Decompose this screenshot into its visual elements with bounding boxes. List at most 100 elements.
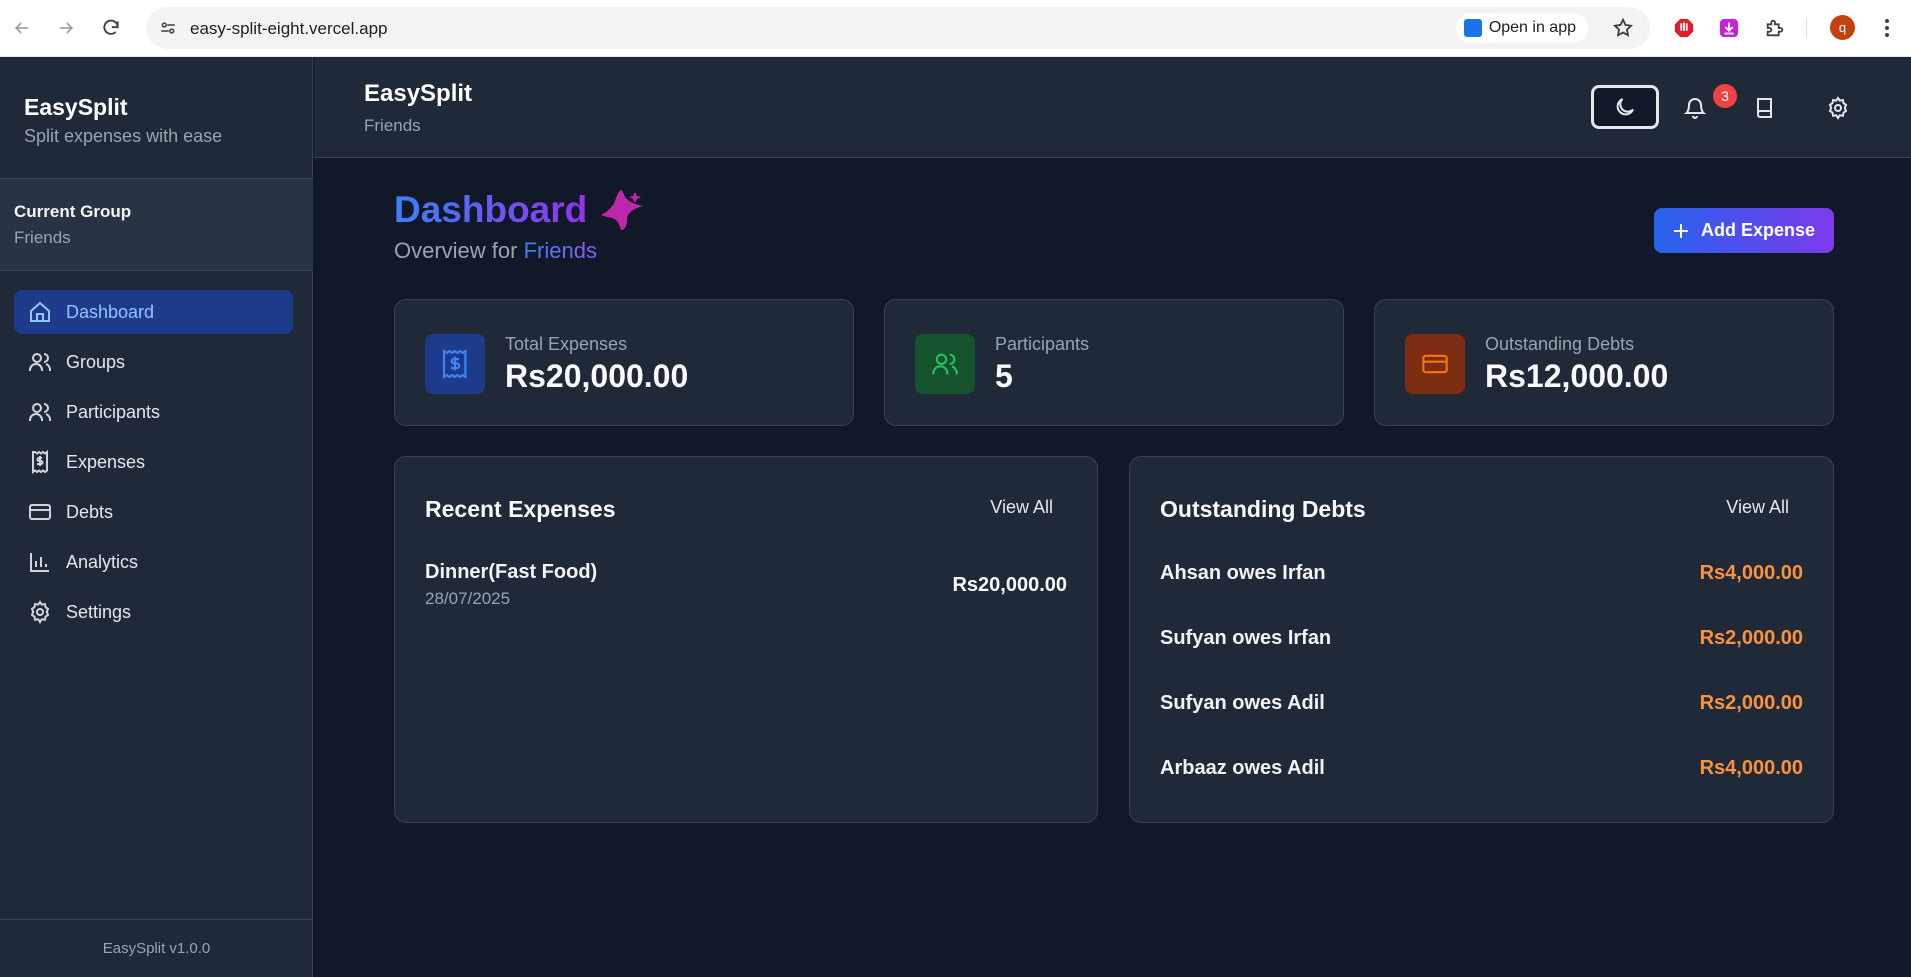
settings-button[interactable] — [1816, 86, 1860, 130]
reload-icon[interactable] — [98, 15, 124, 41]
debt-description: Arbaaz owes Adil — [1160, 756, 1325, 779]
version-label: EasySplit v1.0.0 — [0, 919, 313, 977]
stat-label: Outstanding Debts — [1485, 334, 1635, 354]
header-title: EasySplit — [364, 80, 473, 107]
current-group-name: Friends — [14, 228, 71, 247]
sidebar-item-analytics[interactable]: Analytics — [14, 540, 293, 584]
credit-card-icon — [1405, 334, 1465, 394]
current-group[interactable]: Current Group Friends — [0, 179, 313, 271]
address-bar[interactable]: easy-split-eight.vercel.app Open in app — [146, 7, 1650, 49]
expense-date: 28/07/2025 — [425, 589, 511, 608]
sidebar-item-groups[interactable]: Groups — [14, 340, 293, 384]
page-title-text: Dashboard — [394, 189, 588, 230]
sidebar-item-expenses[interactable]: Expenses — [14, 440, 293, 484]
sidebar-item-label: Participants — [66, 401, 161, 422]
bell-icon — [1683, 96, 1707, 120]
debt-row[interactable]: Ahsan owes Irfan Rs4,000.00 — [1160, 558, 1803, 588]
debt-row[interactable]: Arbaaz owes Adil Rs4,000.00 — [1160, 753, 1803, 783]
sidebar-item-label: Dashboard — [66, 301, 155, 322]
sidebar-item-label: Settings — [66, 601, 132, 622]
users-icon — [28, 350, 52, 374]
outstanding-debts-panel: Outstanding Debts View All Ahsan owes Ir… — [1129, 456, 1834, 823]
app-title: EasySplit — [24, 94, 128, 120]
top-header: EasySplit Friends 3 — [314, 57, 1911, 158]
add-expense-label: Add Expense — [1700, 220, 1816, 240]
sidebar-item-settings[interactable]: Settings — [14, 590, 293, 634]
view-all-expenses-link[interactable]: View All — [990, 497, 1053, 518]
stat-card-participants: Participants 5 — [884, 299, 1344, 426]
bar-chart-icon — [28, 550, 52, 574]
current-group-label: Current Group — [14, 202, 132, 221]
recent-expenses-panel: Recent Expenses View All Dinner(Fast Foo… — [394, 456, 1098, 823]
toolbar-divider — [1806, 18, 1807, 38]
stat-value: 5 — [995, 358, 1013, 394]
open-in-app-button[interactable]: Open in app — [1455, 13, 1588, 43]
more-menu-icon[interactable] — [1874, 15, 1900, 41]
debt-amount: Rs2,000.00 — [1699, 691, 1803, 714]
debt-description: Sufyan owes Irfan — [1160, 626, 1332, 649]
panel-title: Outstanding Debts — [1160, 496, 1366, 522]
forward-arrow-icon[interactable] — [53, 15, 79, 41]
debt-amount: Rs4,000.00 — [1699, 756, 1803, 779]
header-subtitle: Friends — [364, 116, 421, 135]
home-icon — [28, 300, 52, 324]
sidebar: EasySplit Split expenses with ease Curre… — [0, 57, 313, 977]
stat-label: Total Expenses — [505, 334, 628, 354]
sidebar-item-dashboard[interactable]: Dashboard — [14, 290, 293, 334]
expense-name[interactable]: Dinner(Fast Food) — [425, 561, 597, 584]
dollar-receipt-icon — [425, 334, 485, 394]
add-expense-button[interactable]: Add Expense — [1654, 208, 1834, 253]
users-icon — [28, 400, 52, 424]
sidebar-item-label: Expenses — [66, 451, 146, 472]
panel-title: Recent Expenses — [425, 496, 616, 522]
view-all-debts-link[interactable]: View All — [1726, 497, 1789, 518]
debt-amount: Rs4,000.00 — [1699, 561, 1803, 584]
debt-description: Ahsan owes Irfan — [1160, 561, 1326, 584]
sidebar-item-label: Debts — [66, 501, 114, 522]
notification-count-badge: 3 — [1713, 84, 1737, 108]
debt-description: Sufyan owes Adil — [1160, 691, 1325, 714]
plus-icon — [1673, 223, 1689, 239]
url-text[interactable]: easy-split-eight.vercel.app — [190, 19, 387, 39]
profile-avatar[interactable]: q — [1830, 15, 1855, 40]
bookmark-star-icon[interactable] — [1612, 17, 1634, 39]
theme-toggle-button[interactable] — [1591, 85, 1659, 129]
stat-card-total-expenses: Total Expenses Rs20,000.00 — [394, 299, 854, 426]
debt-row[interactable]: Sufyan owes Irfan Rs2,000.00 — [1160, 623, 1803, 653]
sidebar-item-debts[interactable]: Debts — [14, 490, 293, 534]
credit-card-icon — [28, 500, 52, 524]
stat-label: Participants — [995, 334, 1090, 354]
stat-value: Rs12,000.00 — [1485, 358, 1669, 394]
moon-icon — [1613, 95, 1637, 119]
users-icon — [915, 334, 975, 394]
expense-amount: Rs20,000.00 — [952, 574, 1067, 596]
sparkle-icon — [599, 188, 645, 232]
gear-icon — [1826, 96, 1850, 120]
gear-icon — [28, 600, 52, 624]
back-arrow-icon[interactable] — [9, 15, 35, 41]
sidebar-item-label: Groups — [66, 351, 126, 372]
stat-value: Rs20,000.00 — [505, 358, 689, 394]
guide-button[interactable] — [1743, 86, 1787, 130]
overview-subtitle: Overview for Friends — [394, 238, 597, 264]
debt-amount: Rs2,000.00 — [1699, 626, 1803, 649]
browser-toolbar: easy-split-eight.vercel.app Open in app … — [0, 0, 1911, 57]
stat-card-outstanding-debts: Outstanding Debts Rs12,000.00 — [1374, 299, 1834, 426]
debt-row[interactable]: Sufyan owes Adil Rs2,000.00 — [1160, 688, 1803, 718]
sidebar-item-participants[interactable]: Participants — [14, 390, 293, 434]
site-info-icon[interactable] — [156, 16, 180, 40]
overview-prefix: Overview for — [394, 238, 518, 263]
notifications-button[interactable] — [1673, 86, 1717, 130]
overview-group-name: Friends — [523, 238, 597, 263]
receipt-icon — [28, 450, 52, 474]
sidebar-item-label: Analytics — [66, 551, 139, 572]
open-in-app-label: Open in app — [1488, 19, 1576, 36]
page-title: Dashboard — [394, 188, 645, 232]
extensions-puzzle-icon[interactable] — [1762, 15, 1788, 41]
app-tagline: Split expenses with ease — [24, 126, 223, 146]
adblock-extension-icon[interactable] — [1671, 15, 1697, 41]
sidebar-header: EasySplit Split expenses with ease — [0, 57, 313, 179]
download-extension-icon[interactable] — [1716, 15, 1742, 41]
app-icon — [1463, 19, 1482, 37]
book-icon — [1753, 96, 1777, 120]
